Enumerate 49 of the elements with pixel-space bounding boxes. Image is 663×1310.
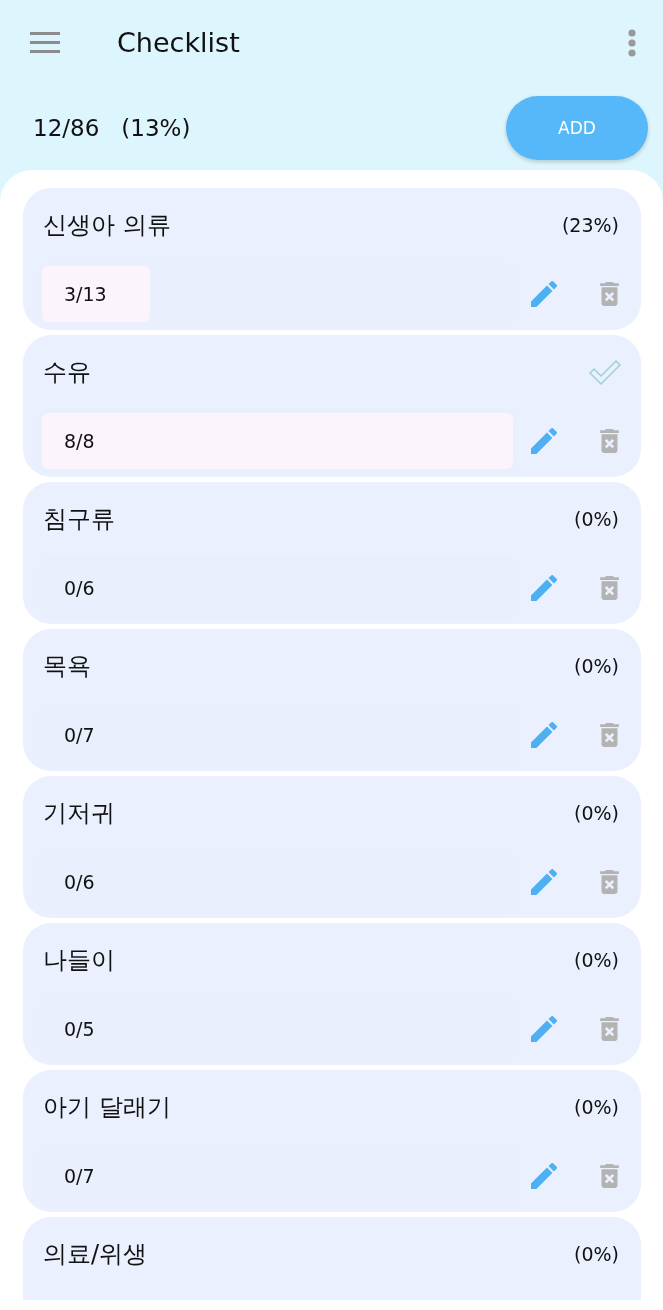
category-percent: (0%)	[574, 655, 619, 677]
app-title: Checklist	[117, 27, 241, 58]
delete-icon[interactable]	[600, 429, 619, 453]
edit-icon[interactable]	[531, 281, 557, 307]
edit-icon[interactable]	[531, 869, 557, 895]
category-card[interactable]: 의료/위생 (0%)	[23, 1217, 641, 1300]
total-percent: (13%)	[121, 114, 191, 141]
edit-icon[interactable]	[531, 1016, 557, 1042]
category-name: 수유	[43, 357, 91, 388]
item-count: 0/5	[64, 1018, 95, 1040]
category-card[interactable]: 신생아 의류 (23%) 3/13	[23, 188, 641, 330]
category-card[interactable]: 기저귀 (0%) 0/6	[23, 776, 641, 918]
delete-icon[interactable]	[600, 1164, 619, 1188]
category-name: 나들이	[43, 945, 115, 976]
category-percent: (23%)	[561, 214, 619, 236]
category-name: 기저귀	[43, 798, 115, 829]
delete-icon[interactable]	[600, 870, 619, 894]
category-card[interactable]: 침구류 (0%) 0/6	[23, 482, 641, 624]
category-name: 목욕	[43, 651, 91, 682]
category-percent: (0%)	[574, 508, 619, 530]
item-count: 0/6	[64, 577, 95, 599]
category-name: 침구류	[43, 504, 115, 535]
item-count: 3/13	[64, 283, 107, 305]
menu-icon[interactable]	[30, 32, 60, 53]
total-count: 12/86	[33, 114, 100, 141]
delete-icon[interactable]	[600, 282, 619, 306]
delete-icon[interactable]	[600, 1017, 619, 1041]
category-card[interactable]: 나들이 (0%) 0/5	[23, 923, 641, 1065]
item-count: 0/6	[64, 871, 95, 893]
category-percent: (0%)	[574, 949, 619, 971]
more-options-icon[interactable]	[628, 28, 636, 57]
item-count: 0/7	[64, 724, 95, 746]
category-name: 신생아 의류	[43, 210, 171, 241]
item-count: 8/8	[64, 430, 95, 452]
edit-icon[interactable]	[531, 575, 557, 601]
edit-icon[interactable]	[531, 428, 557, 454]
category-percent: (0%)	[574, 1096, 619, 1118]
category-name: 의료/위생	[43, 1239, 148, 1270]
category-percent: (0%)	[574, 1243, 619, 1265]
category-name: 아기 달래기	[43, 1092, 171, 1123]
category-card[interactable]: 아기 달래기 (0%) 0/7	[23, 1070, 641, 1212]
edit-icon[interactable]	[531, 722, 557, 748]
delete-icon[interactable]	[600, 576, 619, 600]
edit-icon[interactable]	[531, 1163, 557, 1189]
item-count: 0/7	[64, 1165, 95, 1187]
category-percent: (0%)	[574, 802, 619, 824]
delete-icon[interactable]	[600, 723, 619, 747]
category-card[interactable]: 목욕 (0%) 0/7	[23, 629, 641, 771]
category-card[interactable]: 수유 8/8	[23, 335, 641, 477]
